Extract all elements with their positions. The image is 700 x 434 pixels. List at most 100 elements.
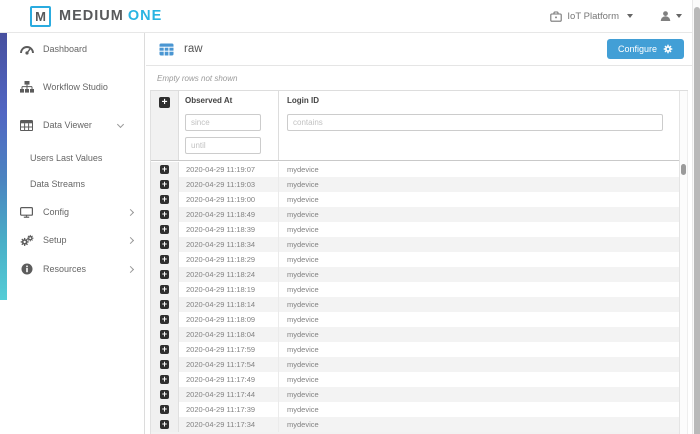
gears-icon — [19, 234, 34, 247]
expand-cell — [151, 357, 179, 372]
page-scrollbar[interactable] — [692, 0, 700, 434]
page-scrollbar-thumb[interactable] — [694, 7, 700, 434]
top-header: M MEDIUMONE IoT Platform — [0, 0, 700, 33]
table-row: 2020-04-29 11:18:29 mydevice — [151, 252, 679, 267]
table-scrollbar-thumb[interactable] — [681, 164, 686, 175]
expand-row-button[interactable] — [160, 345, 169, 354]
app-window: M MEDIUMONE IoT Platform — [0, 0, 700, 434]
chevron-down-icon — [117, 121, 124, 128]
expand-row-button[interactable] — [160, 315, 169, 324]
until-filter-input[interactable] — [185, 137, 261, 154]
row-login-id: mydevice — [279, 402, 679, 417]
sidebar-item-dashboard[interactable]: Dashboard — [0, 35, 144, 63]
row-observed-at: 2020-04-29 11:19:00 — [179, 192, 279, 207]
row-observed-at: 2020-04-29 11:17:49 — [179, 372, 279, 387]
sidebar-item-data-streams[interactable]: Data Streams — [0, 173, 144, 195]
sidebar-item-label: Workflow Studio — [43, 82, 108, 92]
monitor-icon — [19, 207, 34, 218]
expand-row-button[interactable] — [160, 225, 169, 234]
since-filter-input[interactable] — [185, 114, 261, 131]
expand-cell — [151, 312, 179, 327]
table-row: 2020-04-29 11:19:07 mydevice — [151, 162, 679, 177]
platform-menu[interactable]: IoT Platform — [550, 11, 633, 22]
sidebar-item-data-viewer[interactable]: Data Viewer — [0, 111, 144, 139]
expand-row-button[interactable] — [160, 285, 169, 294]
expand-cell — [151, 177, 179, 192]
expand-row-button[interactable] — [160, 375, 169, 384]
expand-row-button[interactable] — [160, 270, 169, 279]
sidebar-item-setup[interactable]: Setup — [0, 226, 144, 254]
brand-logo[interactable]: M MEDIUMONE — [30, 6, 162, 27]
expand-cell — [151, 237, 179, 252]
expand-row-button[interactable] — [160, 300, 169, 309]
expand-cell — [151, 372, 179, 387]
table-row: 2020-04-29 11:18:34 mydevice — [151, 237, 679, 252]
user-menu[interactable] — [659, 10, 682, 22]
main-content: raw Configure Empty rows not shown Obser… — [146, 33, 692, 434]
expand-row-button[interactable] — [160, 165, 169, 174]
expand-row-button[interactable] — [160, 180, 169, 189]
sidebar-item-workflow-studio[interactable]: Workflow Studio — [0, 73, 144, 101]
expand-cell — [151, 402, 179, 417]
table-header: Observed At Login ID — [151, 91, 679, 161]
chevron-down-icon — [627, 14, 633, 18]
sidebar-item-label: Setup — [43, 235, 67, 245]
brand-mark-icon: M — [30, 6, 51, 27]
row-observed-at: 2020-04-29 11:18:34 — [179, 237, 279, 252]
info-icon — [19, 263, 34, 275]
row-observed-at: 2020-04-29 11:17:44 — [179, 387, 279, 402]
expand-row-button[interactable] — [160, 255, 169, 264]
row-login-id: mydevice — [279, 342, 679, 357]
sidebar-nav: Dashboard Workflow Studio — [0, 33, 144, 283]
expand-row-button[interactable] — [160, 420, 169, 429]
expand-row-button[interactable] — [160, 405, 169, 414]
row-login-id: mydevice — [279, 192, 679, 207]
gauge-icon — [19, 43, 34, 55]
expand-cell — [151, 222, 179, 237]
row-login-id: mydevice — [279, 387, 679, 402]
sidebar-item-label: Config — [43, 207, 69, 217]
row-login-id: mydevice — [279, 357, 679, 372]
sidebar-item-users-last-values[interactable]: Users Last Values — [0, 147, 144, 169]
row-login-id: mydevice — [279, 372, 679, 387]
expand-all-button[interactable] — [159, 97, 170, 108]
table-row: 2020-04-29 11:18:24 mydevice — [151, 267, 679, 282]
expand-cell — [151, 162, 179, 177]
observed-at-header-cell: Observed At — [179, 91, 279, 160]
contains-filter-input[interactable] — [287, 114, 663, 131]
table-row: 2020-04-29 11:19:03 mydevice — [151, 177, 679, 192]
sidebar-item-label: Resources — [43, 264, 86, 274]
expand-row-button[interactable] — [160, 330, 169, 339]
empty-rows-note: Empty rows not shown — [157, 74, 692, 83]
page-title: raw — [184, 43, 203, 55]
expand-cell — [151, 327, 179, 342]
expand-cell — [151, 267, 179, 282]
sidebar-item-label: Dashboard — [43, 44, 87, 54]
sidebar-item-label: Data Streams — [30, 179, 85, 189]
row-observed-at: 2020-04-29 11:19:07 — [179, 162, 279, 177]
expand-cell — [151, 342, 179, 357]
chevron-right-icon — [127, 265, 134, 272]
configure-button-label: Configure — [618, 44, 657, 54]
row-observed-at: 2020-04-29 11:17:59 — [179, 342, 279, 357]
expand-cell — [151, 252, 179, 267]
sidebar-item-config[interactable]: Config — [0, 198, 144, 226]
expand-row-button[interactable] — [160, 210, 169, 219]
expand-cell — [151, 297, 179, 312]
sidebar-item-label: Data Viewer — [43, 120, 92, 130]
sidebar-item-resources[interactable]: Resources — [0, 255, 144, 283]
row-login-id: mydevice — [279, 162, 679, 177]
table-row: 2020-04-29 11:18:14 mydevice — [151, 297, 679, 312]
configure-button[interactable]: Configure — [607, 39, 684, 59]
expand-row-button[interactable] — [160, 195, 169, 204]
table-scrollbar[interactable] — [679, 91, 688, 434]
expand-row-button[interactable] — [160, 360, 169, 369]
brand-name-primary: MEDIUM — [59, 8, 124, 24]
table-row: 2020-04-29 11:17:49 mydevice — [151, 372, 679, 387]
chevron-down-icon — [676, 14, 682, 18]
row-observed-at: 2020-04-29 11:17:54 — [179, 357, 279, 372]
expand-row-button[interactable] — [160, 240, 169, 249]
row-observed-at: 2020-04-29 11:18:19 — [179, 282, 279, 297]
row-observed-at: 2020-04-29 11:18:09 — [179, 312, 279, 327]
expand-row-button[interactable] — [160, 390, 169, 399]
